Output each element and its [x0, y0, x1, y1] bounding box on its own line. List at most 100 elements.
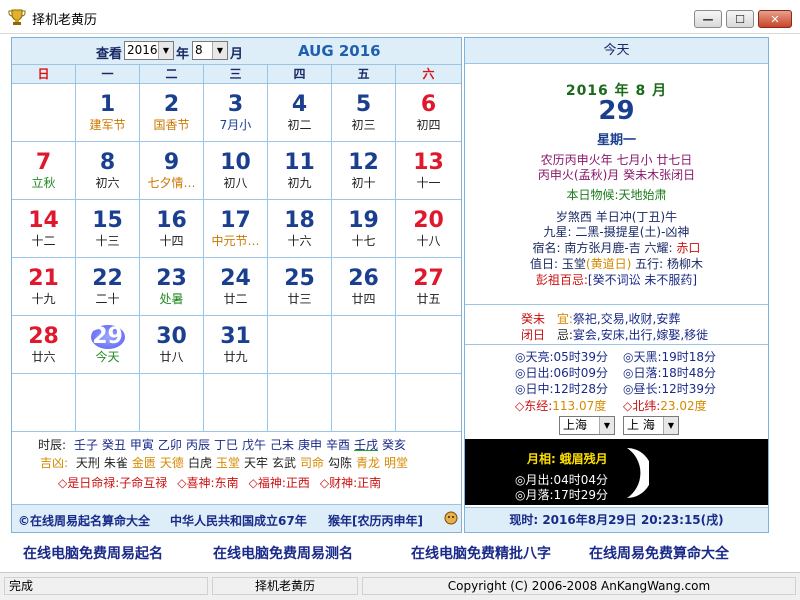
day-cell[interactable]: 7 立秋 [12, 142, 76, 200]
noon-time: ◎日中:12时28分 [515, 382, 609, 396]
site-copyright[interactable]: ©在线周易起名算命大全 [18, 512, 150, 529]
jiuxing-line: 九星: 二黑-摄提星(土)-凶神 [543, 225, 690, 239]
day-cell[interactable]: 14 十二 [12, 200, 76, 258]
day-cell[interactable]: 17 中元节… [204, 200, 268, 258]
empty-cell [332, 316, 396, 374]
wuhou-label: 本日物候: [566, 188, 619, 202]
day-cell[interactable]: 29 今天 [76, 316, 140, 374]
founding-years: 中华人民共和国成立67年 [170, 514, 307, 528]
day-cell[interactable]: 11 初九 [268, 142, 332, 200]
lunar-date: 初十 [351, 176, 376, 190]
day-cell[interactable]: 21 十九 [12, 258, 76, 316]
day-number: 21 [28, 266, 59, 291]
hour-branch: 癸丑 [101, 438, 126, 452]
god-label: ◇财神: [319, 476, 358, 490]
day-number: 22 [92, 266, 123, 291]
day-number: 10 [220, 150, 251, 175]
day-cell[interactable]: 30 廿八 [140, 316, 204, 374]
gods-row: ◇是日命禄:子命互禄 ◇喜神:东南 ◇福神:正西 ◇财神:正南 [58, 474, 391, 491]
weekday-wed: 三 [204, 65, 268, 84]
day-cell[interactable]: 13 十一 [396, 142, 461, 200]
status-mid: 择机老黄历 [212, 577, 358, 595]
day-cell[interactable]: 20 十八 [396, 200, 461, 258]
day-cell[interactable]: 2 国香节 [140, 84, 204, 142]
year-select[interactable]: 2016 ▼ [124, 41, 174, 60]
day-cell[interactable]: 28 廿六 [12, 316, 76, 374]
day-number: 9 [163, 150, 180, 175]
lunar-date: 十七 [351, 234, 376, 248]
city-select[interactable]: 上 海 ▼ [623, 416, 679, 435]
day-cell[interactable]: 15 十三 [76, 200, 140, 258]
god-label: ◇福神: [248, 476, 286, 490]
day-cell[interactable]: 18 十六 [268, 200, 332, 258]
yi-line: 癸未 宜:祭祀,交易,收财,安葬 [521, 310, 680, 327]
month-value: 8 [195, 43, 203, 57]
hour-luck: 金匮 [131, 456, 156, 470]
day-number: 23 [156, 266, 187, 291]
lunar-date: 十四 [159, 234, 184, 248]
minimize-button[interactable]: — [694, 10, 722, 28]
ji-label: 忌: [556, 328, 573, 342]
lunar-date: 廿八 [159, 350, 184, 364]
day-cell[interactable]: 27 廿五 [396, 258, 461, 316]
lunar-date: 7月小 [219, 118, 252, 132]
day-cell[interactable]: 31 廿九 [204, 316, 268, 374]
day-cell[interactable]: 24 廿二 [204, 258, 268, 316]
god-label: ◇喜神: [177, 476, 215, 490]
weekday-mon: 一 [76, 65, 140, 84]
day-cell[interactable]: 6 初四 [396, 84, 461, 142]
link-name-test[interactable]: 在线电脑免费周易测名 [213, 543, 353, 563]
day-cell[interactable]: 12 初十 [332, 142, 396, 200]
link-bazi[interactable]: 在线电脑免费精批八字 [411, 543, 551, 563]
link-naming[interactable]: 在线电脑免费周易起名 [23, 543, 163, 563]
day-cell[interactable]: 9 七夕情… [140, 142, 204, 200]
hour-luck: 天刑 [75, 456, 100, 470]
lunar-date: 初六 [95, 176, 120, 190]
day-cell[interactable]: 5 初三 [332, 84, 396, 142]
day-number: 20 [413, 208, 444, 233]
chevron-down-icon: ▼ [599, 417, 614, 434]
close-button[interactable]: ✕ [758, 10, 792, 28]
day-cell[interactable]: 1 建军节 [76, 84, 140, 142]
hour-luck: 玉堂 [215, 456, 240, 470]
lunar-date: 廿五 [416, 292, 441, 306]
view-label: 查看 [96, 47, 123, 62]
day-number: 2 [163, 92, 180, 117]
status-left: 完成 [4, 577, 208, 595]
day-cell[interactable]: 19 十七 [332, 200, 396, 258]
day-cell[interactable]: 22 二十 [76, 258, 140, 316]
xiu-line: 宿名: 南方张月鹿-吉 六耀: 赤口 [465, 239, 768, 256]
day-cell[interactable]: 3 7月小 [204, 84, 268, 142]
lunar-date: 二十 [95, 292, 120, 306]
empty-cell [12, 374, 76, 432]
hour-branches-row: 时辰: 壬子 癸丑 甲寅 乙卯 丙辰 丁巳 戊午 己未 庚申 辛酉 壬戌 癸亥 [38, 436, 410, 453]
calendar-grid: 1 建军节 2 国香节 3 7月小 4 初二 5 初三 6 初四 7 立秋 8 初六 9 七夕情… 10 初八 11 初九… [12, 84, 461, 432]
day-number: 7 [35, 150, 52, 175]
day-cell[interactable]: 10 初八 [204, 142, 268, 200]
year-unit: 年 [176, 47, 190, 62]
moonset: ◎月落:17时29分 [515, 488, 609, 502]
day-cell[interactable]: 4 初二 [268, 84, 332, 142]
hour-branch: 丙辰 [185, 438, 210, 452]
day-number: 5 [355, 92, 372, 117]
pengzu-value: [癸不词讼 未不服药] [587, 273, 698, 287]
day-cell[interactable]: 26 廿四 [332, 258, 396, 316]
day-cell[interactable]: 16 十四 [140, 200, 204, 258]
calendar-nav: 查看 2016 ▼ 年 8 ▼ 月 AUG 2016 [12, 38, 461, 64]
hour-luck: 天德 [159, 456, 184, 470]
lunar-date: 初九 [287, 176, 312, 190]
day-cell[interactable]: 8 初六 [76, 142, 140, 200]
maximize-icon: ☐ [735, 12, 745, 26]
month-select[interactable]: 8 ▼ [192, 41, 228, 60]
lunar-date: 七夕情… [147, 176, 196, 190]
empty-cell [76, 374, 140, 432]
day-number: 29 [76, 325, 139, 349]
day-number: 24 [220, 266, 251, 291]
maximize-button[interactable]: ☐ [726, 10, 754, 28]
link-fortune[interactable]: 在线周易免费算命大全 [589, 543, 729, 563]
hour-branch: 丁巳 [213, 438, 238, 452]
day-cell[interactable]: 25 廿三 [268, 258, 332, 316]
day-cell[interactable]: 23 处暑 [140, 258, 204, 316]
links-row: 在线电脑免费周易起名 在线电脑免费周易测名 在线电脑免费精批八字 在线周易免费算… [11, 536, 769, 568]
province-select[interactable]: 上海 ▼ [559, 416, 615, 435]
